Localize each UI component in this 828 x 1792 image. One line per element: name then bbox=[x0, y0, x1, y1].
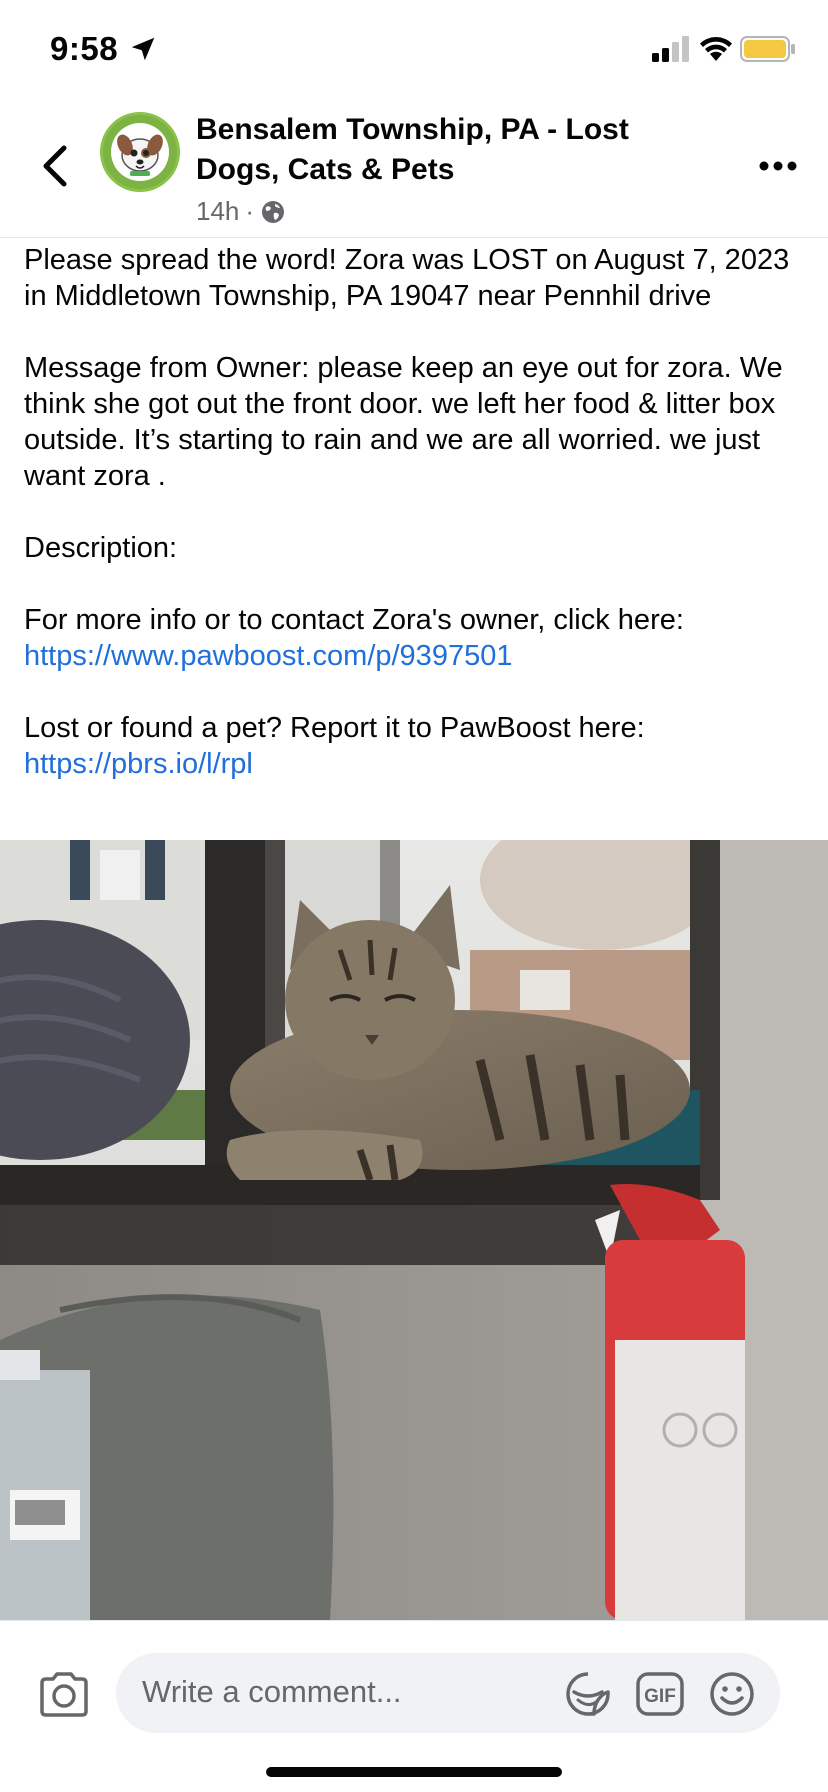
post-timestamp[interactable]: 14h bbox=[196, 196, 239, 227]
comment-placeholder: Write a comment... bbox=[142, 1674, 402, 1709]
post-body: Please spread the word! Zora was LOST on… bbox=[24, 242, 814, 782]
group-avatar[interactable] bbox=[100, 112, 180, 192]
post-paragraph: Description: bbox=[24, 532, 178, 564]
paragraph-text: Lost or found a pet? Report it to PawBoo… bbox=[24, 712, 645, 744]
post-paragraph: For more info or to contact Zora's owner… bbox=[24, 602, 814, 674]
globe-icon bbox=[262, 200, 285, 223]
dog-logo-icon bbox=[103, 115, 177, 189]
sticker-icon[interactable] bbox=[564, 1670, 612, 1718]
wifi-icon bbox=[700, 37, 732, 61]
emoji-icon[interactable] bbox=[708, 1670, 756, 1718]
status-bar: 9:58 bbox=[0, 0, 828, 100]
status-time: 9:58 bbox=[50, 30, 119, 67]
location-arrow-icon bbox=[131, 37, 155, 61]
cell-signal-icon bbox=[652, 36, 689, 62]
comment-bar: Write a comment... GIF bbox=[0, 1620, 828, 1792]
gif-label: GIF bbox=[644, 1686, 676, 1707]
post-paragraph: Lost or found a pet? Report it to PawBoo… bbox=[24, 710, 814, 782]
paragraph-text: For more info or to contact Zora's owner… bbox=[24, 604, 684, 636]
gif-icon: GIF bbox=[636, 1672, 684, 1716]
pawboost-link[interactable]: https://www.pawboost.com/p/9397501 bbox=[24, 640, 512, 672]
home-indicator bbox=[266, 1767, 562, 1777]
group-name[interactable]: Bensalem Township, PA - Lost Dogs, Cats … bbox=[196, 110, 656, 190]
header-divider bbox=[0, 237, 828, 238]
meta-separator: · bbox=[245, 196, 255, 226]
post-paragraph: Message from Owner: please keep an eye o… bbox=[24, 352, 783, 492]
gif-button[interactable]: GIF bbox=[636, 1672, 684, 1716]
report-link[interactable]: https://pbrs.io/l/rpl bbox=[24, 748, 253, 780]
post-header: Bensalem Township, PA - Lost Dogs, Cats … bbox=[0, 100, 828, 238]
post-paragraph: Please spread the word! Zora was LOST on… bbox=[24, 244, 790, 312]
more-options-button[interactable] bbox=[758, 156, 798, 176]
battery-icon bbox=[740, 36, 795, 62]
post-photo[interactable] bbox=[0, 840, 828, 1620]
back-button[interactable] bbox=[38, 144, 74, 188]
post-meta: 14h · bbox=[196, 196, 286, 227]
camera-icon[interactable] bbox=[38, 1671, 90, 1717]
comment-input[interactable]: Write a comment... GIF bbox=[116, 1653, 780, 1733]
cat-photo-image bbox=[0, 840, 828, 1620]
